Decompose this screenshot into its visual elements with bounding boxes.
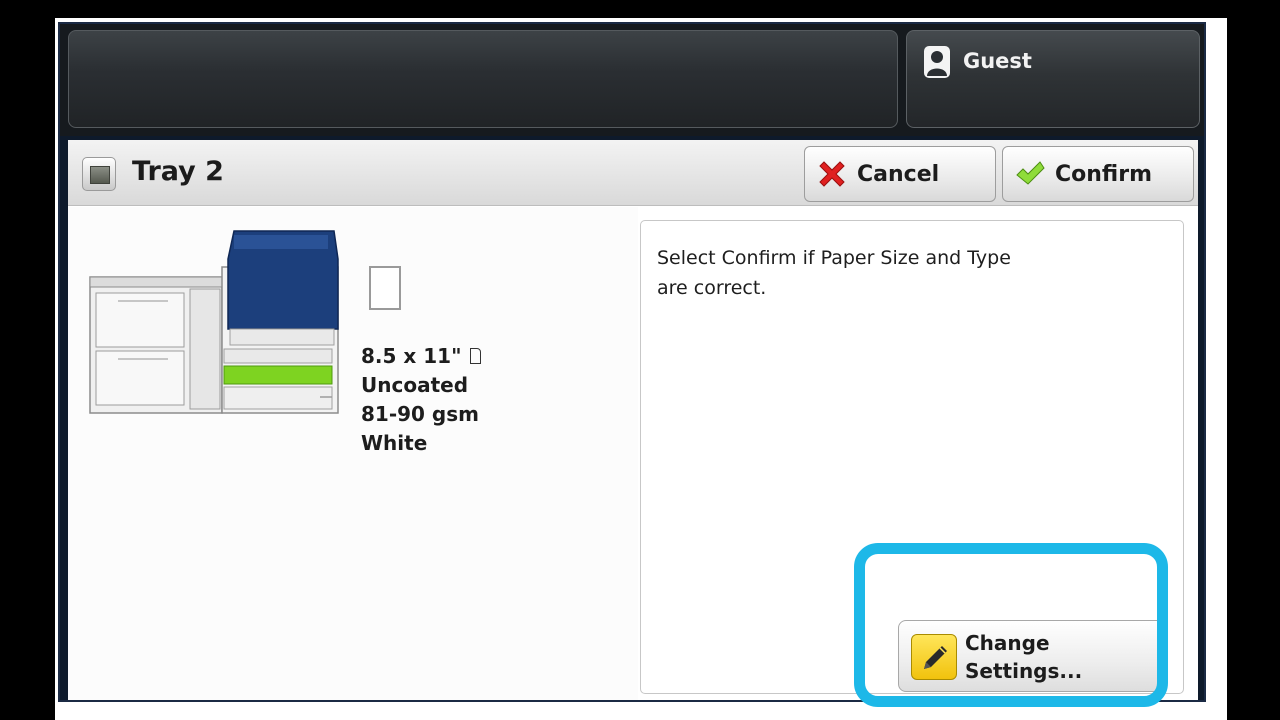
user-name: Guest [963,49,1032,73]
highlight-callout [854,543,1168,707]
printer-illustration [89,230,339,414]
paper-size-row: 8.5 x 11" [361,342,481,371]
tray-icon [82,157,116,191]
paper-size-icon [369,266,401,310]
page-title: Tray 2 [132,156,224,187]
video-frame: Guest Tray 2 Cancel Confirm 8.5 x 11" Un… [0,0,1280,720]
confirm-button[interactable]: Confirm [1002,146,1194,202]
red-x-icon [819,161,845,187]
paper-weight: 81-90 gsm [361,402,479,426]
green-check-icon [1016,161,1045,185]
login-button[interactable]: Guest [906,30,1200,128]
title-bar: Tray 2 Cancel Confirm [68,140,1198,206]
paper-type: Uncoated [361,373,469,397]
confirmation-message: Select Confirm if Paper Size and Type ar… [657,247,1011,299]
portrait-orientation-icon [469,348,481,364]
paper-size: 8.5 x 11" [361,344,462,368]
cancel-button[interactable]: Cancel [804,146,996,202]
paper-details: 8.5 x 11" Uncoated 81-90 gsm White [361,342,481,458]
user-icon [924,46,950,78]
tray-info-area: 8.5 x 11" Uncoated 81-90 gsm White [68,207,638,700]
paper-color: White [361,431,428,455]
cancel-label: Cancel [857,161,940,187]
confirm-label: Confirm [1055,161,1153,187]
header-bar: Guest [60,24,1204,136]
status-area [68,30,898,128]
